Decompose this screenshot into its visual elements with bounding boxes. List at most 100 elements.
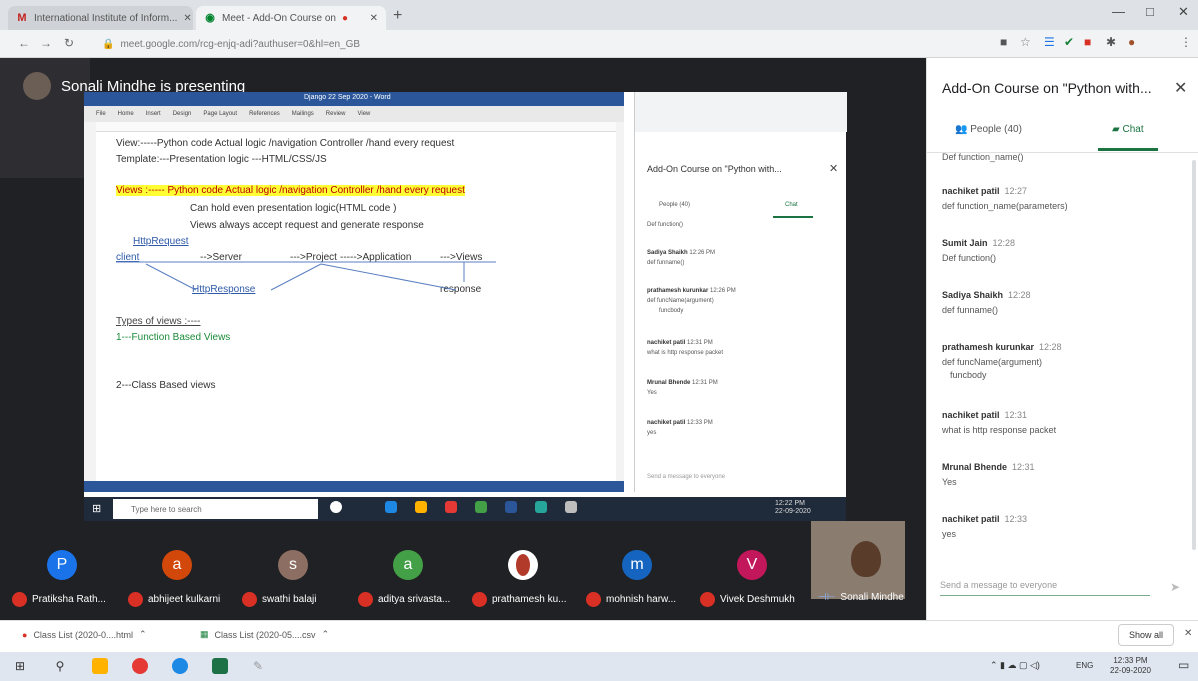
- close-icon[interactable]: ✕: [183, 13, 191, 24]
- chat-message: prathamesh kurunkar 12:28 def funcName(arg…: [942, 342, 1062, 380]
- avatar-initial: V: [746, 556, 758, 573]
- participant-avatar[interactable]: a: [393, 550, 423, 580]
- maximize-button[interactable]: □: [1146, 4, 1154, 19]
- menu-icon[interactable]: ⋮: [1180, 35, 1192, 49]
- chat-message: Def function_name(): [942, 152, 1024, 162]
- participant-label: swathi balaji: [242, 592, 316, 607]
- shared-chat-message: yes: [647, 430, 657, 436]
- extension-red-icon[interactable]: ■: [1084, 35, 1091, 49]
- self-view[interactable]: [811, 521, 905, 599]
- puzzle-icon[interactable]: ✱: [1106, 35, 1116, 49]
- explorer-icon[interactable]: [92, 658, 108, 674]
- tab-references[interactable]: References: [249, 111, 280, 117]
- search-icon[interactable]: ⚲: [52, 658, 68, 674]
- download-item[interactable]: ● Class List (2020-0....html ⌃: [22, 629, 147, 640]
- message-text: funcbody: [950, 370, 987, 380]
- browser-tab-bar: M International Institute of Inform... ✕…: [0, 0, 1198, 30]
- participant-avatar[interactable]: a: [162, 550, 192, 580]
- sender-name: nachiket patil: [942, 186, 1000, 196]
- check-icon[interactable]: ✔: [1064, 35, 1074, 49]
- participant-avatar[interactable]: m: [622, 550, 652, 580]
- tab-meet[interactable]: ◉ Meet - Add-On Course on ● ✕: [196, 6, 386, 30]
- sender-name: Sadiya Shaikh: [942, 290, 1004, 300]
- chrome-icon[interactable]: [132, 658, 148, 674]
- tray-icons[interactable]: ⌃ ▮ ☁ ▢ ◁): [990, 660, 1040, 671]
- tab-design[interactable]: Design: [173, 111, 192, 117]
- new-tab-button[interactable]: +: [393, 7, 402, 25]
- star-icon[interactable]: ☆: [1020, 35, 1031, 49]
- participant-label: Vivek Deshmukh: [700, 592, 795, 607]
- participant-avatar[interactable]: s: [278, 550, 308, 580]
- sender-name: prathamesh kurunkar: [647, 288, 709, 294]
- edge-icon[interactable]: [172, 658, 188, 674]
- tab-insert[interactable]: Insert: [146, 111, 161, 117]
- message-time: 12:28: [992, 238, 1016, 248]
- reload-icon[interactable]: ↻: [64, 36, 74, 50]
- close-icon[interactable]: ✕: [1184, 628, 1192, 639]
- chat-input[interactable]: Send a message to everyone: [940, 580, 1150, 596]
- mic-off-icon: [12, 592, 27, 607]
- shared-search-box: Type here to search: [113, 499, 318, 519]
- forward-icon[interactable]: →: [40, 36, 52, 50]
- tab-page-layout[interactable]: Page Layout: [203, 111, 237, 117]
- avatar-initial: a: [403, 556, 413, 573]
- close-icon[interactable]: ✕: [1174, 78, 1187, 98]
- tab-institute[interactable]: M International Institute of Inform... ✕: [8, 6, 193, 30]
- language-indicator[interactable]: ENG: [1076, 661, 1093, 670]
- participant-name: mohnish harw...: [606, 594, 677, 605]
- message-time: 12:26 PM: [689, 250, 716, 256]
- app-icon: [475, 501, 487, 513]
- back-icon[interactable]: ←: [18, 36, 30, 50]
- tab-mailings[interactable]: Mailings: [292, 111, 314, 117]
- send-icon[interactable]: ➤: [1170, 580, 1180, 594]
- tab-file[interactable]: File: [96, 111, 106, 117]
- profile-avatar[interactable]: ●: [1128, 35, 1135, 49]
- tab-indicator: [1098, 148, 1158, 151]
- participant-avatar[interactable]: P: [47, 550, 77, 580]
- shared-chat-tab: Chat: [785, 202, 798, 208]
- word-ruler: [96, 122, 616, 132]
- chevron-up-icon[interactable]: ⌃: [139, 629, 147, 640]
- excel-icon[interactable]: [212, 658, 228, 674]
- chat-icon: ▰: [1112, 124, 1123, 135]
- shared-chat-title: Add-On Course on "Python with...: [647, 164, 782, 174]
- avatar-initial: a: [172, 556, 182, 573]
- notification-icon[interactable]: ▭: [1178, 658, 1189, 672]
- participant-label: abhijeet kulkarni: [128, 592, 220, 607]
- paint-icon[interactable]: ✎: [250, 658, 266, 674]
- tab-chat[interactable]: ▰ Chat: [1112, 124, 1144, 135]
- participant-avatar[interactable]: V: [737, 550, 767, 580]
- clock-date: 22-09-2020: [775, 508, 811, 515]
- url-field[interactable]: 🔒 meet.google.com/rcg-enjq-adi?authuser=…: [92, 34, 972, 54]
- camera-icon[interactable]: ■: [1000, 35, 1007, 49]
- doc-line: Types of views :----: [116, 316, 201, 327]
- windows-start-icon: ⊞: [92, 503, 102, 515]
- chevron-up-icon[interactable]: ⌃: [322, 629, 330, 640]
- message-text: Yes: [942, 477, 957, 487]
- close-icon[interactable]: ✕: [370, 13, 378, 24]
- message-time: 12:33: [1004, 514, 1028, 524]
- show-all-button[interactable]: Show all: [1118, 624, 1174, 646]
- tab-people[interactable]: 👥 People (40): [955, 124, 1022, 135]
- message-time: 12:28: [1008, 290, 1031, 300]
- chat-input-placeholder: Send a message to everyone: [940, 580, 1058, 590]
- edge-icon: [385, 501, 397, 513]
- participant-avatar[interactable]: [508, 550, 538, 580]
- extension-icon[interactable]: ☰: [1044, 35, 1055, 49]
- participant-label: mohnish harw...: [586, 592, 676, 607]
- download-name: Class List (2020-05....csv: [214, 629, 316, 640]
- minimize-button[interactable]: —: [1112, 4, 1125, 19]
- windows-start-icon[interactable]: ⊞: [12, 658, 28, 674]
- shared-chat-message: def funname(): [647, 260, 685, 266]
- tab-view[interactable]: View: [357, 111, 370, 117]
- download-item[interactable]: ▦ Class List (2020-05....csv ⌃: [200, 629, 329, 640]
- tab-home[interactable]: Home: [118, 111, 134, 117]
- file-icon: ▦: [200, 629, 209, 639]
- tab-review[interactable]: Review: [326, 111, 346, 117]
- clock-date: 22-09-2020: [1110, 666, 1151, 675]
- close-window-button[interactable]: ✕: [1178, 4, 1189, 20]
- chrome-icon: [445, 501, 457, 513]
- tab-label: Meet - Add-On Course on: [222, 12, 336, 24]
- system-clock[interactable]: 12:33 PM 22-09-2020: [1110, 656, 1151, 676]
- chat-scrollbar[interactable]: [1192, 160, 1196, 550]
